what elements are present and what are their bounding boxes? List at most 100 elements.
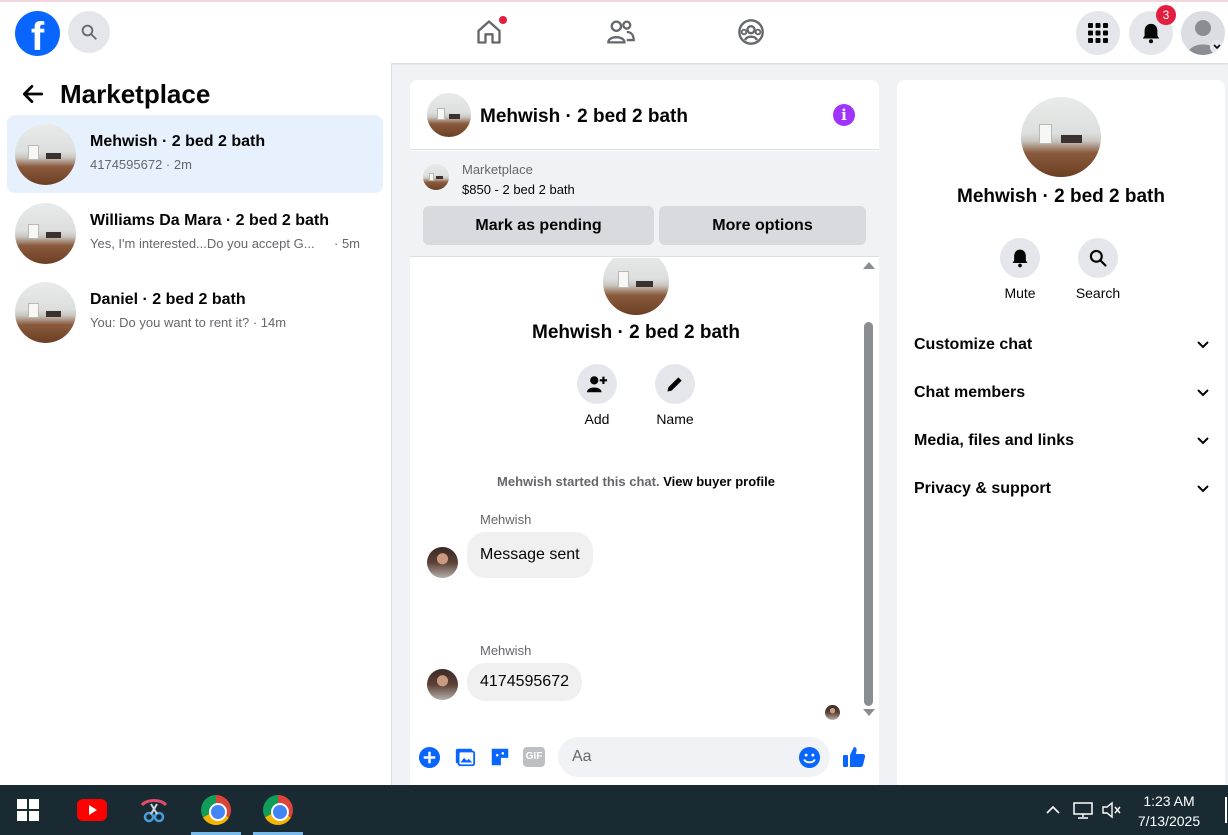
more-options-button[interactable]: More options	[659, 206, 866, 245]
conversation-title: Daniel · 2 bed 2 bath	[90, 291, 246, 308]
search-icon	[81, 24, 97, 40]
plus-circle-icon	[418, 746, 440, 768]
scroll-down-arrow[interactable]	[863, 709, 875, 716]
clock-time: 1:23 AM	[1143, 793, 1195, 809]
chat-started-text: Mehwish started this chat.	[497, 474, 660, 489]
notifications-button[interactable]: 3	[1129, 5, 1176, 55]
view-buyer-profile-link[interactable]: View buyer profile	[663, 474, 775, 489]
search-in-chat-button[interactable]: Search	[1068, 238, 1128, 301]
start-button[interactable]	[3, 785, 53, 835]
conversation-title: Williams Da Mara · 2 bed 2 bath	[90, 212, 330, 229]
message-sender: Mehwish	[480, 643, 532, 658]
show-hidden-icons-button[interactable]	[1040, 785, 1066, 835]
chrome-icon	[263, 795, 293, 825]
privacy-support-section[interactable]: Privacy & support	[914, 469, 1210, 509]
facebook-logo[interactable]: f	[15, 11, 60, 56]
marketplace-listing-card: Marketplace $850 - 2 bed 2 bath Mark as …	[410, 151, 879, 257]
conversation-preview: 4174595672 · 2m	[90, 157, 192, 172]
home-tab[interactable]	[473, 16, 507, 48]
conversation-preview: You: Do you want to rent it? · 14m	[90, 315, 287, 330]
pencil-icon	[667, 377, 682, 392]
message-input[interactable]	[572, 737, 792, 777]
conversation-item[interactable]: Daniel · 2 bed 2 bath You: Do you want t…	[7, 273, 383, 351]
listing-thumbnail	[15, 282, 76, 343]
clock-date: 7/13/2025	[1137, 813, 1201, 829]
groups-tab[interactable]	[735, 16, 767, 48]
youtube-taskbar-app[interactable]	[67, 785, 117, 835]
home-notification-dot	[499, 16, 507, 24]
network-icon	[1073, 802, 1093, 819]
chat-avatar	[603, 258, 669, 315]
scroll-up-arrow[interactable]	[863, 262, 875, 269]
gif-icon: GIF	[523, 747, 545, 767]
chevron-down-icon	[1213, 44, 1221, 50]
listing-price[interactable]: $850 - 2 bed 2 bath	[462, 182, 575, 197]
media-files-links-section[interactable]: Media, files and links	[914, 421, 1210, 461]
customize-chat-section[interactable]: Customize chat	[914, 325, 1210, 365]
mute-label: Mute	[1004, 285, 1036, 301]
bell-icon	[1012, 249, 1028, 268]
volume-button[interactable]	[1098, 785, 1124, 835]
sticker-button[interactable]	[488, 745, 512, 769]
chat-header-title[interactable]: Mehwish · 2 bed 2 bath	[480, 106, 688, 128]
chat-started-note: Mehwish started this chat. View buyer pr…	[410, 474, 862, 489]
back-arrow-icon[interactable]	[20, 81, 46, 107]
youtube-icon	[77, 799, 107, 821]
friends-icon	[607, 20, 635, 44]
name-chat-button[interactable]: Name	[645, 364, 705, 427]
taskbar-clock[interactable]: 1:23 AM 7/13/2025	[1126, 791, 1212, 831]
groups-icon	[738, 19, 764, 45]
friends-tab[interactable]	[605, 16, 637, 48]
notification-count-badge: 3	[1156, 5, 1176, 25]
top-navigation: f 3	[0, 0, 1228, 63]
chat-members-section[interactable]: Chat members	[914, 373, 1210, 413]
name-label: Name	[656, 411, 694, 427]
add-people-button[interactable]: Add	[567, 364, 627, 427]
account-chevron[interactable]	[1210, 40, 1224, 54]
gif-button[interactable]: GIF	[522, 745, 546, 769]
chevron-down-icon	[1197, 341, 1209, 349]
chevron-up-icon	[1046, 805, 1060, 814]
more-actions-button[interactable]	[417, 745, 441, 769]
emoji-icon[interactable]	[798, 746, 821, 769]
windows-taskbar: 1:23 AM 7/13/2025	[0, 785, 1228, 835]
conversation-item[interactable]: Mehwish · 2 bed 2 bath 4174595672 · 2m	[7, 115, 383, 193]
scrollbar-thumb[interactable]	[864, 322, 873, 706]
speaker-muted-icon	[1102, 801, 1121, 819]
chat-header-avatar[interactable]	[427, 93, 471, 137]
sender-avatar[interactable]	[427, 547, 458, 578]
bell-icon	[1142, 23, 1160, 44]
attach-photo-button[interactable]	[453, 745, 477, 769]
show-desktop-button[interactable]	[1225, 797, 1227, 823]
account-button[interactable]	[1181, 11, 1225, 55]
search-button[interactable]	[68, 11, 110, 53]
message-bubble[interactable]: Message sent	[467, 532, 593, 578]
thumbs-up-icon	[843, 747, 866, 767]
like-button[interactable]	[842, 745, 866, 769]
chevron-down-icon	[1197, 389, 1209, 397]
message-composer: GIF	[410, 735, 879, 779]
message-bubble[interactable]: 4174595672	[467, 663, 582, 701]
chat-details-panel: Mehwish · 2 bed 2 bath Mute Search Custo…	[897, 80, 1225, 785]
menu-button[interactable]	[1076, 11, 1120, 55]
chrome-icon	[201, 795, 231, 825]
info-icon[interactable]: i	[833, 104, 855, 126]
network-status-button[interactable]	[1070, 785, 1096, 835]
snipping-tool-taskbar-app[interactable]	[129, 785, 179, 835]
search-icon	[1089, 249, 1107, 267]
chrome-taskbar-app[interactable]	[191, 785, 241, 835]
windows-logo-icon	[17, 799, 39, 821]
sender-avatar[interactable]	[427, 669, 458, 700]
section-label: Privacy & support	[914, 480, 1051, 497]
chat-name: Mehwish · 2 bed 2 bath	[532, 322, 740, 343]
mute-button[interactable]: Mute	[990, 238, 1050, 301]
details-avatar[interactable]	[1021, 97, 1101, 177]
sticker-icon	[491, 748, 509, 766]
section-label: Customize chat	[914, 336, 1033, 353]
chrome-profile-taskbar-app[interactable]	[253, 785, 303, 835]
conversation-item[interactable]: Williams Da Mara · 2 bed 2 bath Yes, I'm…	[7, 194, 383, 272]
message-thread[interactable]: Mehwish · 2 bed 2 bath Add Name Mehwish …	[410, 258, 879, 720]
mark-as-pending-button[interactable]: Mark as pending	[423, 206, 654, 245]
listing-thumbnail[interactable]	[423, 164, 449, 190]
section-label: Chat members	[914, 384, 1026, 401]
